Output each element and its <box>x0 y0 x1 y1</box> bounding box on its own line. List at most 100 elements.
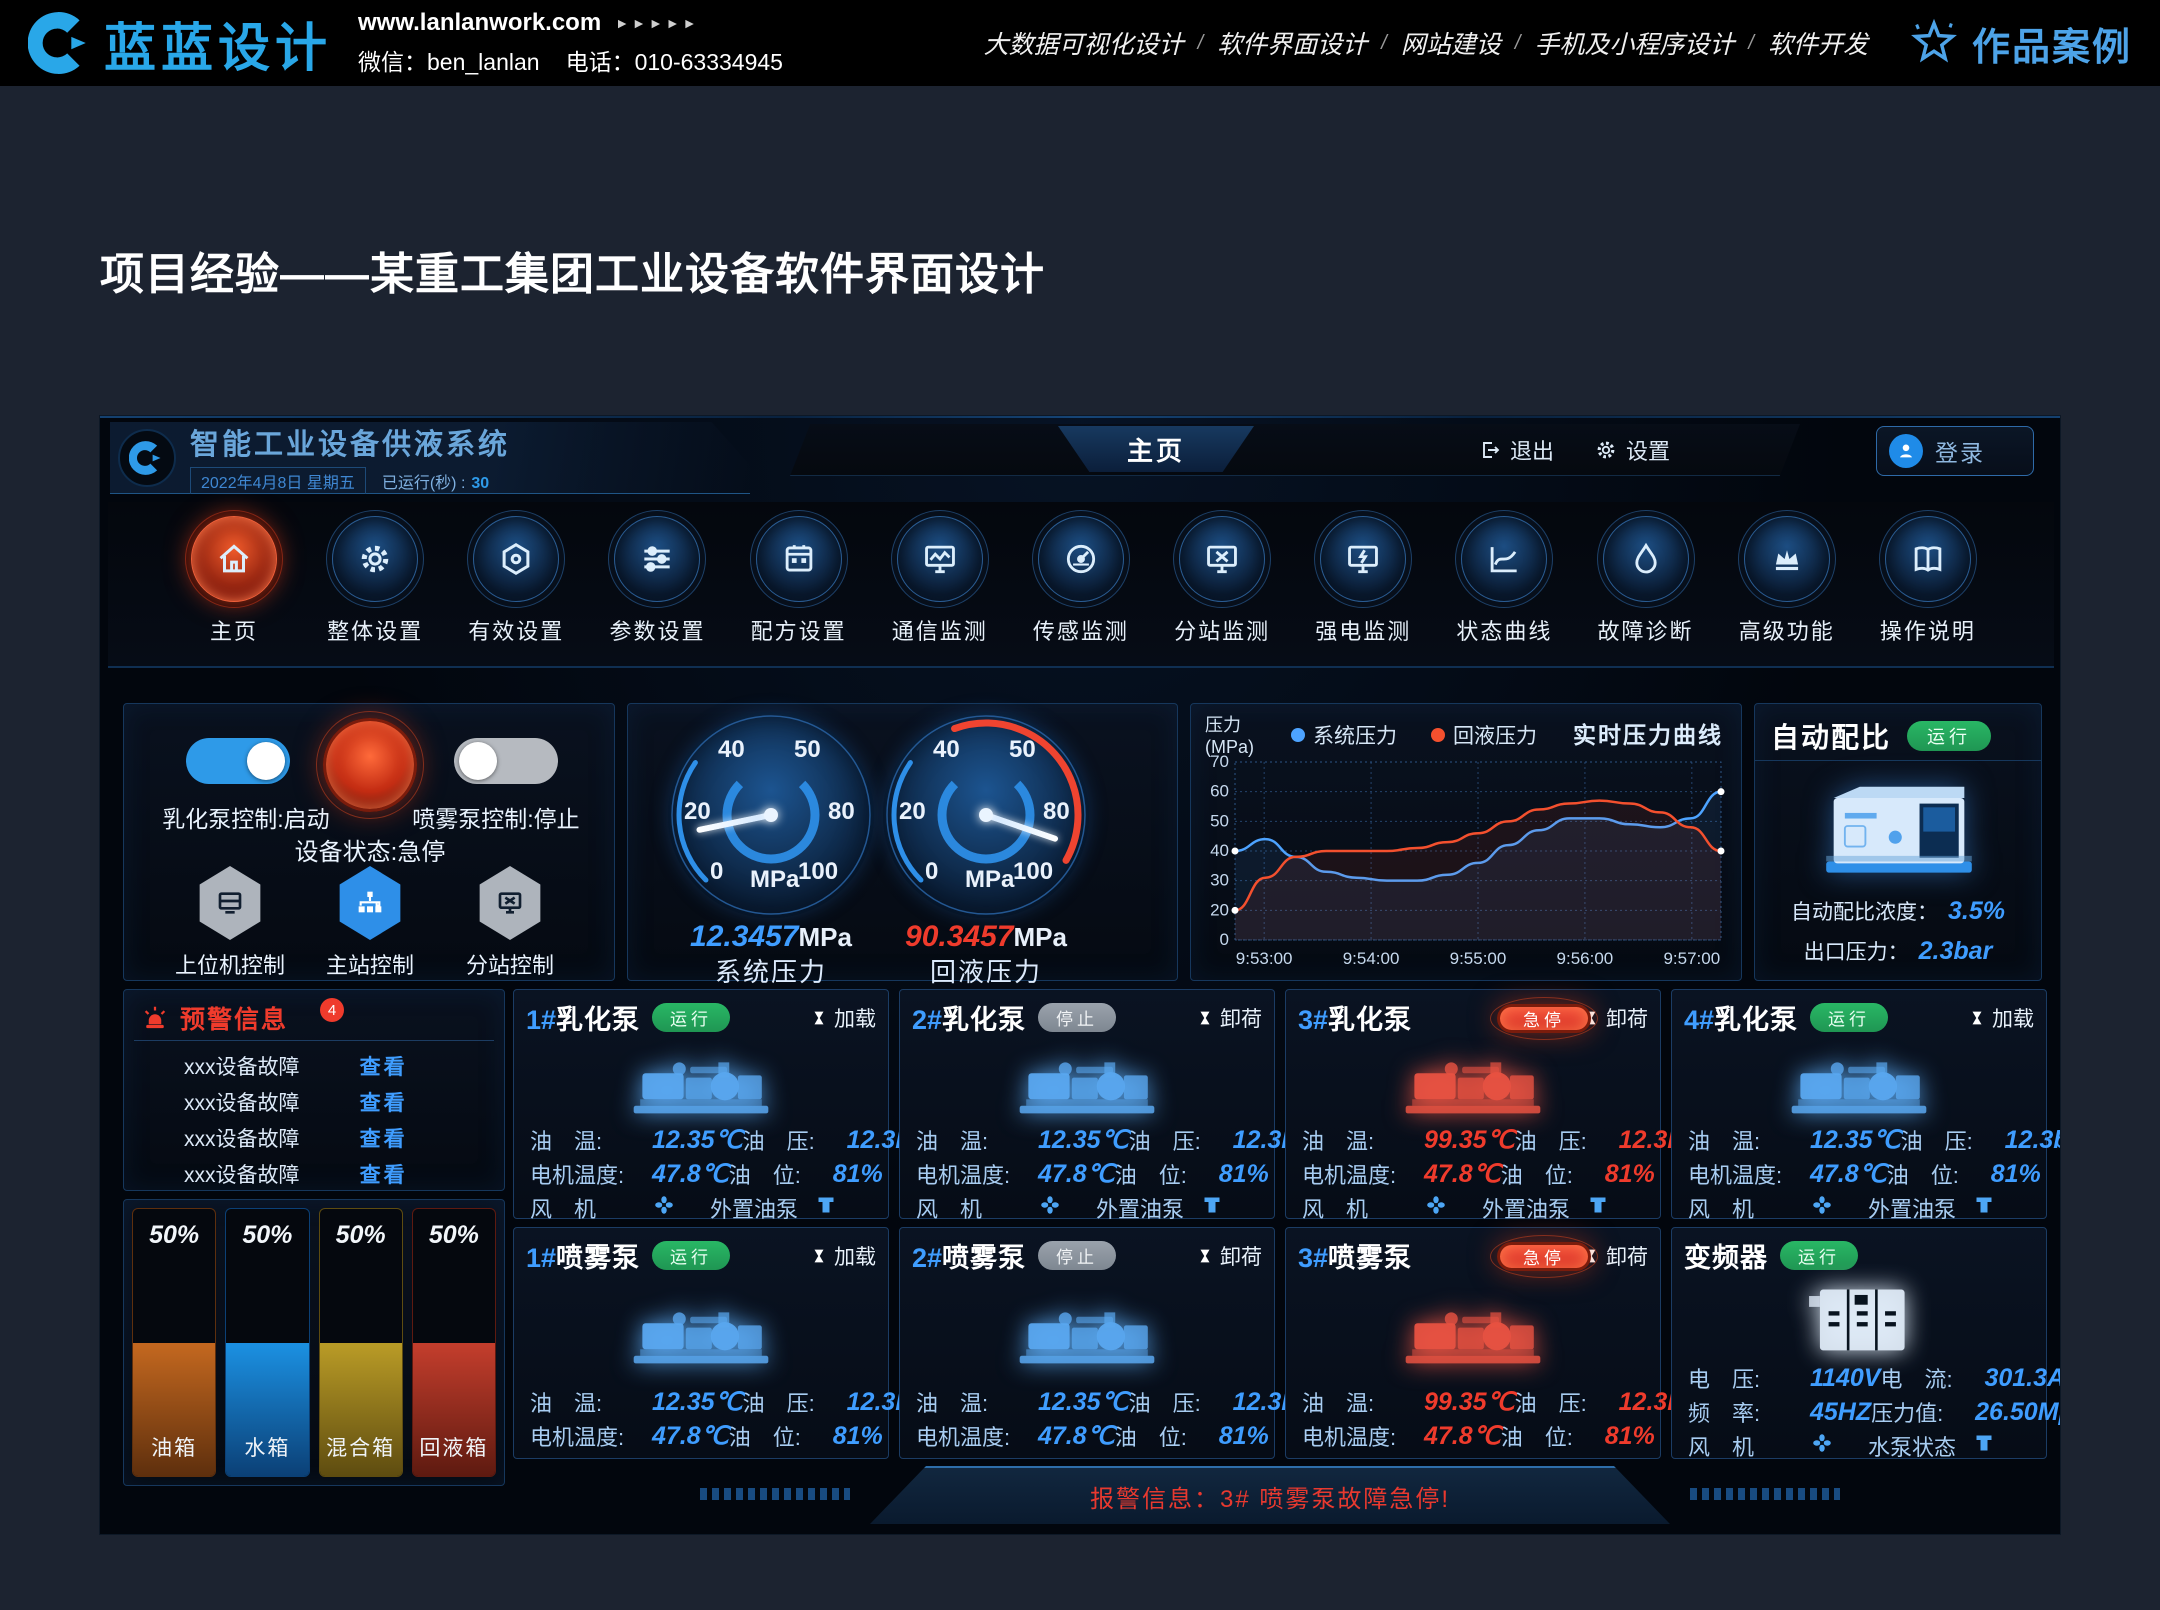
substation-monitor-icon <box>1179 516 1265 602</box>
pump-image <box>900 1281 1274 1385</box>
svg-text:9:56:00: 9:56:00 <box>1557 949 1614 968</box>
status-badge: 运行 <box>1810 1003 1888 1032</box>
view-link[interactable]: 查看 <box>360 1123 408 1153</box>
menu-item-0[interactable]: 主页 <box>172 512 296 666</box>
pump-image <box>900 1043 1274 1123</box>
chart-legend: 系统压力 回液压力 <box>1291 720 1537 750</box>
top-decor-line <box>100 416 2060 418</box>
menu-bar: 主页整体设置有效设置参数设置配方设置通信监测传感监测分站监测强电监测状态曲线故障… <box>108 502 2054 668</box>
nav-item-software-ui[interactable]: 软件界面设计 <box>1217 25 1367 61</box>
menu-item-10[interactable]: 故障诊断 <box>1584 512 1708 666</box>
pressure-chart-panel: 压力(MPa) 系统压力 回液压力 实时压力曲线 02030405060709:… <box>1190 703 1742 981</box>
load-state: 卸荷 <box>1196 1003 1262 1033</box>
return-pressure-value: 90.3457MPa <box>866 920 1106 954</box>
nav-item-website[interactable]: 网站建设 <box>1401 25 1501 61</box>
inverter-image <box>1672 1281 2046 1361</box>
load-state: 卸荷 <box>1196 1241 1262 1271</box>
menu-item-1[interactable]: 整体设置 <box>313 512 437 666</box>
status-badge: 急停 <box>1497 1242 1591 1271</box>
warning-row-1: xxx设备故障查看 <box>124 1084 504 1120</box>
settings-button[interactable]: 设置 <box>1594 434 1670 466</box>
view-link[interactable]: 查看 <box>360 1159 408 1189</box>
auto-ratio-panel: 自动配比 运行 自动配比浓度：3.5% 出口压力：2.3bar <box>1754 703 2042 981</box>
cases-link[interactable]: 作品案例 <box>1908 16 2132 71</box>
menu-item-11[interactable]: 高级功能 <box>1725 512 1849 666</box>
legend-return-pressure: 回液压力 <box>1431 720 1537 750</box>
menu-item-9[interactable]: 状态曲线 <box>1442 512 1566 666</box>
menu-item-6[interactable]: 传感监测 <box>1019 512 1143 666</box>
emergency-stop-button[interactable] <box>323 718 417 812</box>
nav-item-mobile[interactable]: 手机及小程序设计 <box>1534 25 1734 61</box>
external-pump-icon <box>1200 1193 1224 1217</box>
gear-icon <box>332 516 418 602</box>
tank-level-value: 50% <box>226 1221 308 1250</box>
alarm-decor-left <box>700 1488 850 1500</box>
system-pressure-label: 系统压力 <box>651 952 891 989</box>
substation-icon <box>494 887 526 919</box>
login-button[interactable]: 登录 <box>1876 426 2034 476</box>
tank-label: 油箱 <box>133 1432 215 1462</box>
dashboard-screenshot: 智能工业设备供液系统 2022年4月8日 星期五 已运行(秒) :30 主页 退… <box>99 415 2061 1535</box>
fan-icon <box>1424 1193 1448 1217</box>
pump-image <box>1286 1281 1660 1385</box>
tanks-panel: 50%油箱50%水箱50%混合箱50%回液箱 <box>123 1199 505 1486</box>
contact-info: www.lanlanwork.com►►►►► 微信：ben_lanlan电话：… <box>358 9 783 77</box>
svg-text:9:53:00: 9:53:00 <box>1236 949 1293 968</box>
person-icon <box>1895 440 1917 462</box>
substation-control-button[interactable] <box>477 866 543 940</box>
system-title: 智能工业设备供液系统 <box>190 421 510 463</box>
status-badge: 运行 <box>1907 721 1991 751</box>
menu-item-4[interactable]: 配方设置 <box>737 512 861 666</box>
nav-item-dev[interactable]: 软件开发 <box>1768 25 1868 61</box>
site-logo: 蓝蓝设计 <box>28 6 332 81</box>
warning-count-badge: 4 <box>320 998 344 1022</box>
pump-image <box>1672 1043 2046 1123</box>
exit-button[interactable]: 退出 <box>1478 434 1554 466</box>
tab-home[interactable]: 主页 <box>1058 426 1254 472</box>
menu-label: 传感监测 <box>1019 614 1143 646</box>
hexagon-icon <box>473 516 559 602</box>
pump-title: 4#乳化泵 <box>1684 998 1798 1037</box>
outlet-pressure: 出口压力：2.3bar <box>1755 936 2041 966</box>
hourglass-icon <box>810 1247 828 1265</box>
status-badge: 停止 <box>1038 1003 1116 1032</box>
pump-title: 2#乳化泵 <box>912 998 1026 1037</box>
ratio-machine-image <box>1799 770 1999 882</box>
sliders-icon <box>614 516 700 602</box>
dashboard-header-left: 智能工业设备供液系统 2022年4月8日 星期五 已运行(秒) :30 <box>110 422 750 494</box>
wechat: 微信：ben_lanlan <box>358 43 540 77</box>
alarm-bar: 报警信息：3# 喷雾泵故障急停! <box>870 1466 1670 1524</box>
chart-title: 实时压力曲线 <box>1573 716 1723 750</box>
gear-icon <box>1594 438 1618 462</box>
master-station-control-button[interactable] <box>337 866 403 940</box>
pressure-chart-svg: 02030405060709:53:009:54:009:55:009:56:0… <box>1199 752 1735 974</box>
fan-icon <box>1038 1193 1062 1217</box>
hourglass-icon <box>810 1009 828 1027</box>
menu-label: 参数设置 <box>595 614 719 646</box>
menu-item-5[interactable]: 通信监测 <box>878 512 1002 666</box>
water-pump-icon <box>1972 1431 1996 1455</box>
exit-icon <box>1478 438 1502 462</box>
pump-title: 1#乳化泵 <box>526 998 640 1037</box>
menu-item-12[interactable]: 操作说明 <box>1866 512 1990 666</box>
nav-item-bigdata[interactable]: 大数据可视化设计 <box>984 25 1184 61</box>
view-link[interactable]: 查看 <box>360 1051 408 1081</box>
emulsion-pump-toggle[interactable] <box>186 738 290 784</box>
view-link[interactable]: 查看 <box>360 1087 408 1117</box>
menu-item-7[interactable]: 分站监测 <box>1160 512 1284 666</box>
svg-text:70: 70 <box>1210 752 1229 771</box>
menu-item-3[interactable]: 参数设置 <box>595 512 719 666</box>
avatar <box>1889 434 1923 468</box>
warning-row-3: xxx设备故障查看 <box>124 1156 504 1192</box>
spray-pump-toggle[interactable] <box>454 738 558 784</box>
pump-card-emulsion-4: 4#乳化泵运行加载 油 温:12.35℃油 压:12.3bar 电机温度:47.… <box>1671 989 2047 1219</box>
tank-label: 回液箱 <box>413 1432 495 1462</box>
menu-label: 通信监测 <box>878 614 1002 646</box>
spray-toggle-label: 喷雾泵控制:停止 <box>386 800 606 834</box>
host-control-button[interactable] <box>197 866 263 940</box>
menu-item-2[interactable]: 有效设置 <box>454 512 578 666</box>
pump-card-emulsion-3: 3#乳化泵急停卸荷 油 温:99.35℃油 压:12.3bar 电机温度:47.… <box>1285 989 1661 1219</box>
menu-item-8[interactable]: 强电监测 <box>1301 512 1425 666</box>
warnings-panel: 预警信息 4 xxx设备故障查看xxx设备故障查看xxx设备故障查看xxx设备故… <box>123 989 505 1191</box>
warning-row-0: xxx设备故障查看 <box>124 1048 504 1084</box>
